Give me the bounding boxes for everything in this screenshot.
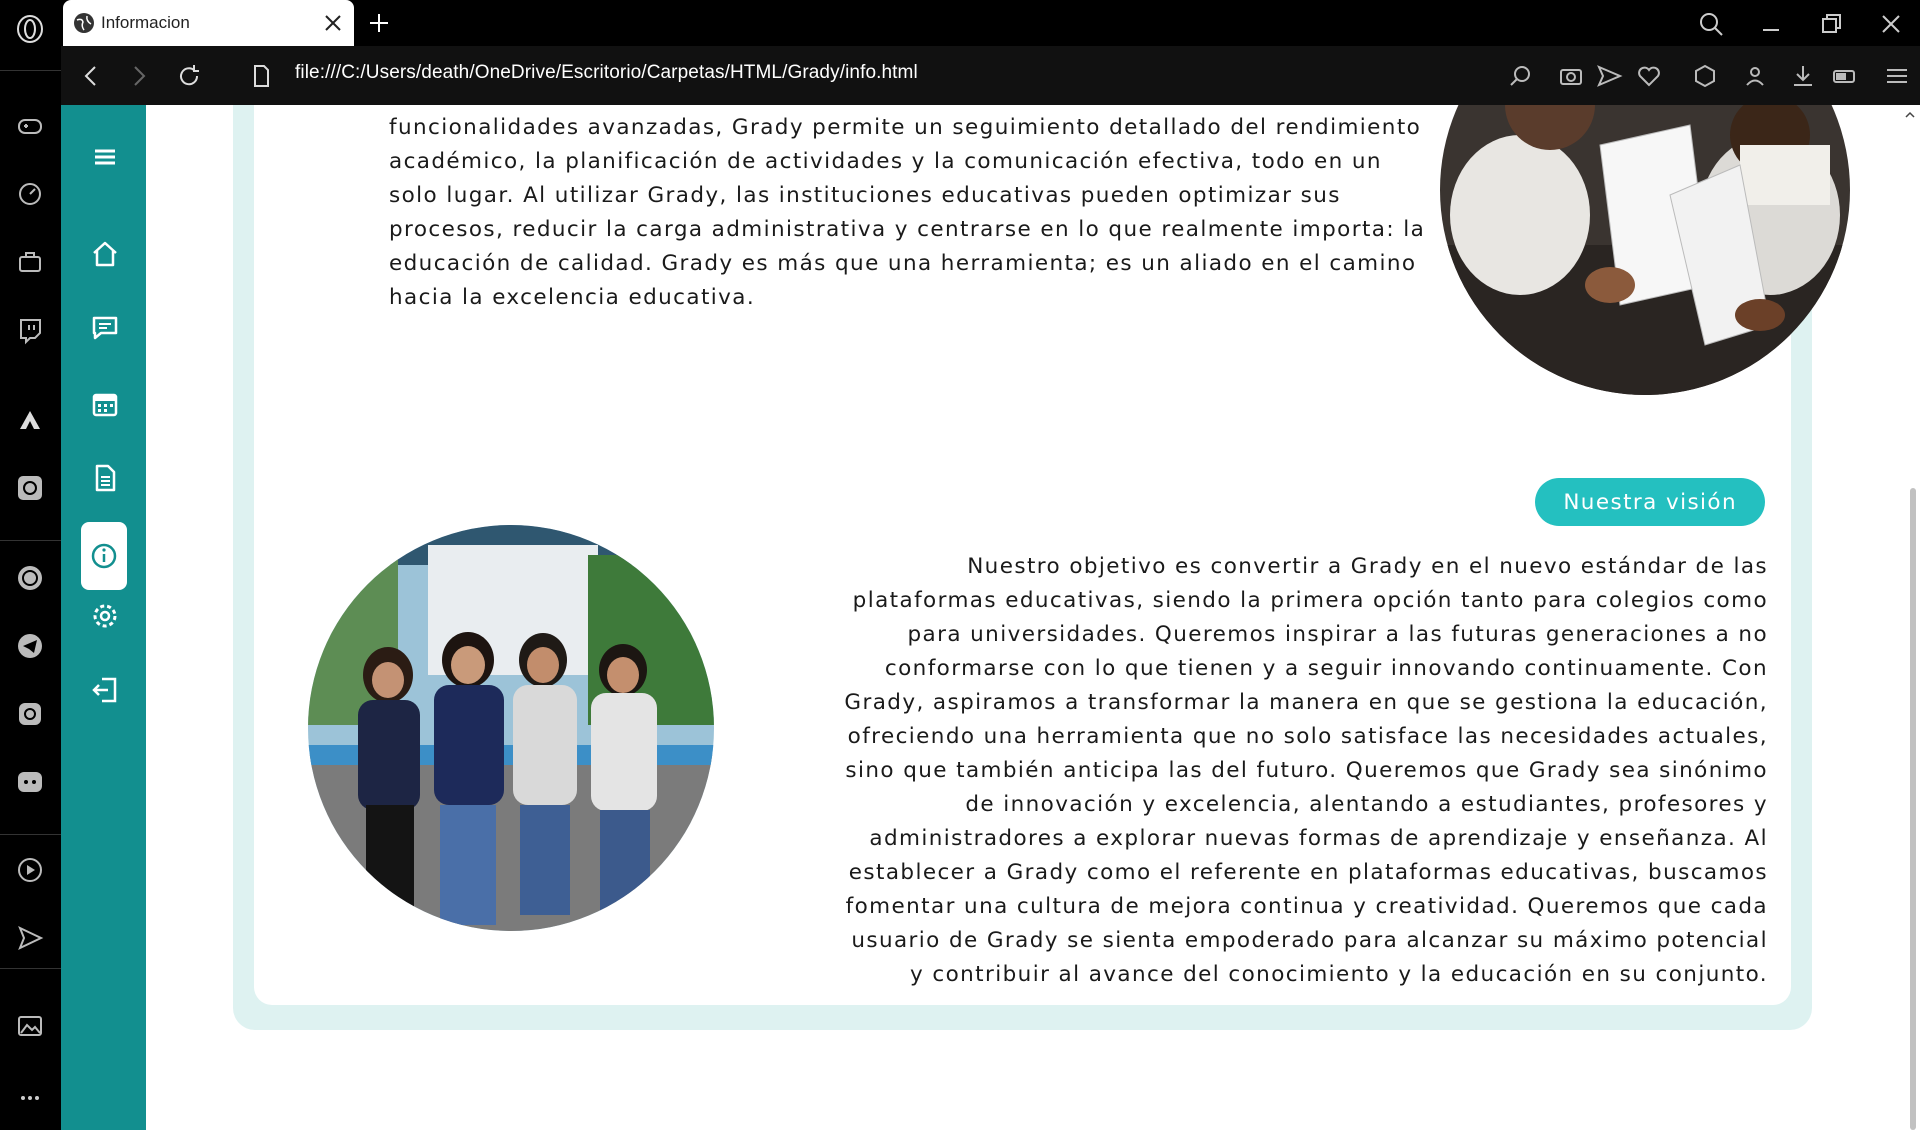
telegram-icon[interactable] (14, 630, 46, 662)
close-tab-icon[interactable] (322, 12, 344, 34)
logout-icon[interactable] (82, 667, 128, 713)
send-page-icon[interactable] (1595, 62, 1623, 90)
chatgpt-icon[interactable] (14, 472, 46, 504)
aria-icon[interactable] (14, 404, 46, 436)
info-nav-item[interactable] (81, 522, 127, 590)
app-sidebar (61, 105, 146, 1130)
students-group-photo (308, 525, 714, 931)
easy-setup-icon[interactable] (1883, 62, 1911, 90)
whatsapp-icon[interactable] (14, 562, 46, 594)
globe-icon (74, 13, 94, 33)
send-icon[interactable] (14, 922, 46, 954)
vision-text: Nuestro objetivo es convertir a Grady en… (844, 554, 1768, 987)
opera-logo-icon[interactable] (14, 13, 46, 45)
instagram-icon[interactable] (14, 698, 46, 730)
vision-card: Nuestra visión Nuestro objetivo es conve… (254, 452, 1791, 1005)
url-field[interactable]: file:///C:/Users/death/OneDrive/Escritor… (295, 62, 918, 84)
active-tab[interactable]: Informacion (63, 0, 354, 46)
chat-icon[interactable] (82, 305, 128, 351)
students-papers-photo (1440, 105, 1850, 395)
battery-icon[interactable] (1831, 62, 1859, 90)
speed-dial-icon[interactable] (14, 178, 46, 210)
more-icon[interactable] (14, 1082, 46, 1114)
opera-sidebar (0, 0, 61, 1130)
extensions-icon[interactable] (1691, 62, 1719, 90)
download-icon[interactable] (1789, 62, 1817, 90)
forward-icon[interactable] (125, 62, 153, 90)
page-scrollbar[interactable] (1910, 488, 1916, 1130)
back-icon[interactable] (77, 62, 105, 90)
gamepad-icon[interactable] (14, 110, 46, 142)
calendar-icon[interactable] (82, 381, 128, 427)
about-text: académica, sino que también promueve una… (389, 105, 1426, 310)
scroll-up-arrow-icon[interactable] (1903, 108, 1917, 122)
heart-icon[interactable] (1635, 62, 1663, 90)
file-icon (254, 65, 269, 87)
player-icon[interactable] (14, 854, 46, 886)
camera-icon[interactable] (1557, 62, 1585, 90)
tab-title: Informacion (101, 13, 190, 32)
restore-icon[interactable] (1817, 10, 1845, 38)
close-window-icon[interactable] (1877, 10, 1905, 38)
discord-icon[interactable] (14, 766, 46, 798)
reload-icon[interactable] (175, 62, 203, 90)
twitch-icon[interactable] (14, 314, 46, 346)
lens-icon[interactable] (1507, 62, 1535, 90)
home-icon[interactable] (82, 231, 128, 277)
vision-badge: Nuestra visión (1535, 478, 1765, 526)
info-icon (91, 543, 117, 569)
minimize-icon[interactable] (1757, 10, 1785, 38)
image-icon[interactable] (14, 1010, 46, 1042)
address-bar: file:///C:/Users/death/OneDrive/Escritor… (61, 46, 1920, 105)
menu-icon[interactable] (82, 134, 128, 180)
profile-icon[interactable] (1741, 62, 1769, 90)
briefcase-icon[interactable] (14, 246, 46, 278)
main-content: académica, sino que también promueve una… (146, 105, 1906, 1130)
document-icon[interactable] (82, 455, 128, 501)
search-tabs-icon[interactable] (1697, 10, 1725, 38)
title-bar: Informacion (61, 0, 1920, 46)
new-tab-icon[interactable] (366, 10, 392, 36)
settings-icon[interactable] (82, 593, 128, 639)
